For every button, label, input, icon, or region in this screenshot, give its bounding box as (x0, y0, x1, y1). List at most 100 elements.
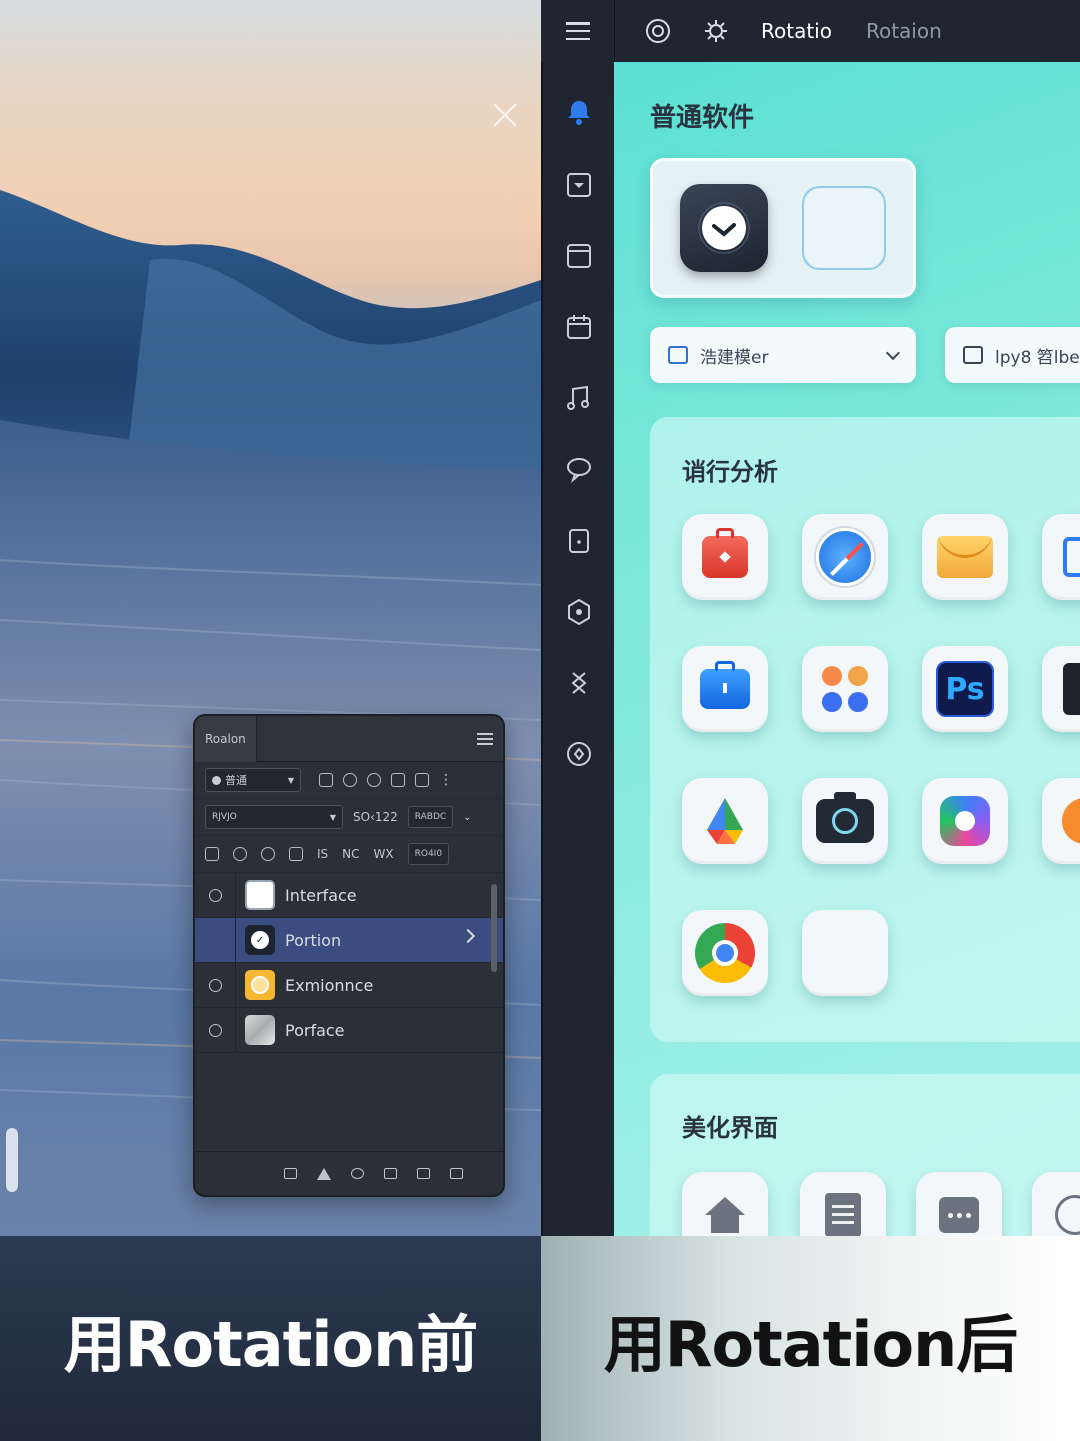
briefcase-icon[interactable] (682, 646, 768, 732)
calendar-icon[interactable] (565, 313, 593, 341)
visibility-toggle-icon[interactable] (195, 978, 235, 992)
document-app-icon[interactable] (800, 1172, 886, 1236)
layers-panel: Roalon 普通 ▼ ⋮ RJVJO ▼ SO‹122 RABDC ⌄ IS … (193, 714, 505, 1197)
tool-label-3[interactable]: WX (374, 847, 394, 861)
panel-toolbar-3: IS NC WX RO4I0 (195, 836, 503, 873)
font-select[interactable]: RJVJO ▼ (205, 805, 343, 829)
rect-icon[interactable] (289, 847, 303, 861)
layer-row[interactable]: Interface (195, 873, 503, 918)
target-icon[interactable] (367, 773, 381, 787)
photoshop-icon[interactable]: Ps (922, 646, 1008, 732)
visibility-toggle-icon[interactable] (195, 1023, 235, 1037)
caret-down-icon: ▼ (329, 812, 336, 822)
close-icon[interactable] (490, 100, 520, 130)
section-title-common: 普通软件 (650, 103, 755, 133)
home-icon[interactable] (319, 773, 333, 787)
layer-thumbnail (245, 970, 275, 1000)
top-bar: Rotatio Rotaion (541, 0, 1080, 62)
compass-icon[interactable] (565, 740, 593, 768)
tool-label-1[interactable]: IS (317, 847, 328, 861)
delete-layer-icon[interactable] (450, 1168, 463, 1179)
panel-toolbar-2: RJVJO ▼ SO‹122 RABDC ⌄ (195, 799, 503, 836)
settings-icon[interactable] (703, 18, 729, 44)
visibility-toggle-icon[interactable] (195, 888, 235, 902)
window-app-icon[interactable] (1042, 514, 1080, 600)
empty-app-icon[interactable] (802, 910, 888, 996)
chevron-right-icon[interactable] (460, 928, 476, 944)
frame-icon[interactable] (391, 773, 405, 787)
before-wallpaper: Roalon 普通 ▼ ⋮ RJVJO ▼ SO‹122 RABDC ⌄ IS … (0, 0, 541, 1236)
more-vertical-icon[interactable]: ⋮ (439, 773, 453, 787)
size-value: SO‹122 (353, 810, 398, 824)
clock-app-icon[interactable] (680, 184, 768, 272)
check-app-icon[interactable] (1032, 1172, 1080, 1236)
lock-icon[interactable] (284, 1168, 297, 1179)
template-dropdown[interactable]: 浩建模er (650, 327, 916, 383)
photos-icon[interactable] (682, 778, 768, 864)
safari-icon[interactable] (802, 514, 888, 600)
secondary-dropdown-label: lpy8 笤lberc (995, 347, 1080, 368)
panel-footer (195, 1151, 503, 1195)
search-icon[interactable] (343, 773, 357, 787)
clock-icon: ✓ (245, 925, 275, 955)
caption-after: 用Rotation后 (603, 1307, 1018, 1381)
contacts-icon[interactable] (1042, 646, 1080, 732)
panel-tab[interactable]: Roalon (195, 716, 257, 762)
mail-icon[interactable] (922, 514, 1008, 600)
toolbox-app-icon[interactable] (682, 514, 768, 600)
font-select-value: RJVJO (212, 812, 237, 822)
app-subtitle[interactable]: Rotaion (866, 19, 942, 43)
layer-row-selected[interactable]: ✓ Portion (195, 918, 503, 963)
triangle-icon[interactable] (317, 1167, 331, 1180)
window-icon[interactable] (565, 242, 593, 270)
diamond-icon[interactable] (351, 1168, 364, 1179)
layer-row[interactable]: Porface (195, 1008, 503, 1053)
chrome-icon[interactable] (682, 910, 768, 996)
comment-icon[interactable] (415, 773, 429, 787)
apps-grid-icon[interactable] (802, 646, 888, 732)
gallery-app-icon[interactable] (922, 778, 1008, 864)
image-icon (963, 346, 983, 364)
layer-name: Portion (285, 930, 342, 950)
device-icon[interactable] (565, 527, 593, 555)
caption-before-panel: 用Rotation前 (0, 1236, 541, 1441)
ellipse-icon[interactable] (261, 847, 275, 861)
sidebar (541, 62, 614, 1236)
template-dropdown-label: 浩建模er (700, 347, 769, 368)
target-icon[interactable] (645, 18, 671, 44)
layer-row[interactable]: Exmionnce (195, 963, 503, 1008)
chevron-down-icon[interactable]: ⌄ (463, 812, 471, 823)
layer-name: Exmionnce (285, 975, 374, 995)
panel-menu-icon[interactable] (477, 732, 493, 745)
main-content: 普通软件 浩建模er lpy8 笤lberc 诮行分析 (614, 62, 1080, 1236)
panel-scrollbar[interactable] (491, 884, 497, 972)
empty-app-slot[interactable] (802, 186, 886, 270)
style-chip[interactable]: RABDC (407, 806, 454, 828)
scroll-handle[interactable] (6, 1128, 18, 1192)
chat-icon[interactable] (565, 455, 593, 483)
camera-icon[interactable] (802, 778, 888, 864)
orange-app-icon[interactable] (1042, 778, 1080, 864)
comment-icon[interactable] (384, 1168, 397, 1179)
inbox-icon[interactable] (565, 171, 593, 199)
panel-titlebar: Roalon (195, 716, 503, 762)
menu-icon[interactable] (566, 22, 590, 40)
bell-icon[interactable] (565, 98, 593, 126)
music-icon[interactable] (565, 384, 593, 412)
transform-icon[interactable] (205, 847, 219, 861)
zoom-icon[interactable] (233, 847, 247, 861)
featured-card (650, 158, 916, 298)
link-icon[interactable] (565, 669, 593, 697)
secondary-dropdown[interactable]: lpy8 笤lberc (945, 327, 1080, 383)
tool-label-2[interactable]: NC (342, 847, 359, 861)
section-title-beautify: 美化界面 (682, 1114, 778, 1142)
message-app-icon[interactable] (916, 1172, 1002, 1236)
mode-select[interactable]: 普通 ▼ (205, 768, 301, 792)
add-layer-icon[interactable] (417, 1168, 430, 1179)
clock-icon (698, 202, 750, 254)
shield-icon[interactable] (565, 598, 593, 626)
tool-chip[interactable]: RO4I0 (407, 843, 450, 865)
layer-name: Interface (285, 885, 357, 905)
home-app-icon[interactable] (682, 1172, 768, 1236)
app-title: Rotatio (761, 19, 832, 43)
